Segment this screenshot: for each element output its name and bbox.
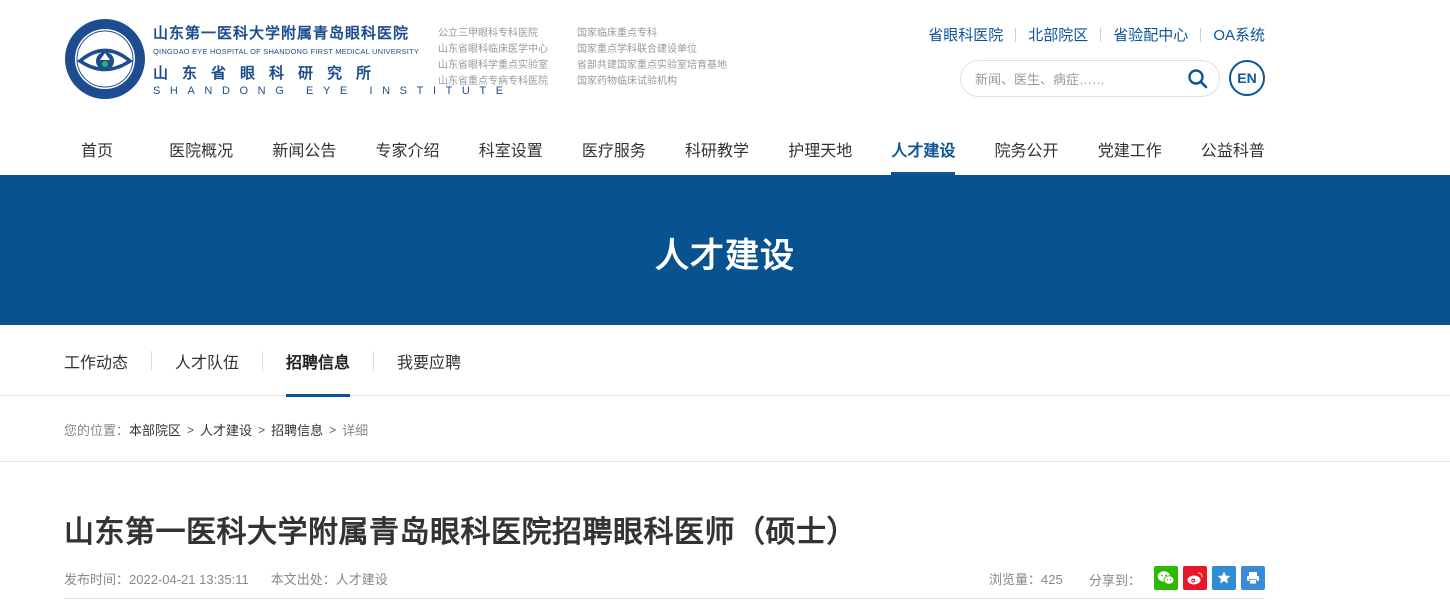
article-meta: 发布时间：2022-04-21 13:35:11 本文出处：人才建设 bbox=[64, 569, 388, 588]
top-link-provincial-eye-hospital[interactable]: 省眼科医院 bbox=[928, 24, 1003, 45]
sub-nav: 工作动态 人才队伍 招聘信息 我要应聘 bbox=[0, 325, 1450, 397]
search-box bbox=[960, 60, 1220, 97]
hospital-logo[interactable] bbox=[64, 18, 146, 100]
top-links: 省眼科医院 北部院区 省验配中心 OA系统 bbox=[928, 24, 1265, 45]
top-link-oa-system[interactable]: OA系统 bbox=[1213, 24, 1265, 45]
nav-item-party-building[interactable]: 党建工作 bbox=[1098, 128, 1162, 175]
article-source: 本文出处：人才建设 bbox=[270, 572, 388, 587]
subnav-item-recruitment[interactable]: 招聘信息 bbox=[286, 325, 351, 397]
main-nav: 首页 医院概况 新闻公告 专家介绍 科室设置 医疗服务 科研教学 护理天地 人才… bbox=[64, 128, 1265, 175]
wechat-icon[interactable] bbox=[1154, 566, 1178, 590]
breadcrumb-item-main-campus[interactable]: 本部院区 bbox=[129, 420, 181, 439]
qualification-item: 山东省眼科临床医学中心 bbox=[438, 44, 548, 55]
view-count: 浏览量：425 bbox=[989, 572, 1063, 587]
share-buttons bbox=[1154, 566, 1265, 590]
chevron-right-icon: > bbox=[258, 422, 266, 437]
subnav-item-work-news[interactable]: 工作动态 bbox=[64, 325, 128, 396]
divider bbox=[262, 350, 264, 371]
share-label: 分享到： bbox=[1089, 573, 1142, 588]
nav-item-departments[interactable]: 科室设置 bbox=[479, 128, 543, 175]
site-header: 山东第一医科大学附属青岛眼科医院 QINGDAO EYE HOSPITAL OF… bbox=[0, 0, 1450, 175]
breadcrumb-current: 详细 bbox=[342, 423, 369, 438]
print-icon[interactable] bbox=[1241, 566, 1265, 590]
qualifications-col-2: 国家临床重点专科 国家重点学科联合建设单位 省部共建国家重点实验室培育基地 国家… bbox=[577, 26, 727, 90]
nav-item-nursing[interactable]: 护理天地 bbox=[788, 128, 852, 175]
banner-title: 人才建设 bbox=[655, 236, 795, 275]
nav-item-experts[interactable]: 专家介绍 bbox=[376, 128, 440, 175]
divider bbox=[1200, 27, 1202, 42]
divider bbox=[1100, 27, 1102, 42]
breadcrumb: 您的位置： 本部院区 > 人才建设 > 招聘信息 > 详细 bbox=[0, 396, 1450, 462]
qualification-item: 国家重点学科联合建设单位 bbox=[577, 44, 697, 55]
nav-item-affairs[interactable]: 院务公开 bbox=[995, 128, 1059, 175]
qualifications-col-1: 公立三甲眼科专科医院 山东省眼科临床医学中心 山东省眼科学重点实验室 山东省重点… bbox=[438, 26, 548, 90]
qualification-item: 山东省重点专病专科医院 bbox=[438, 76, 548, 87]
nav-item-research-teaching[interactable]: 科研教学 bbox=[685, 128, 749, 175]
logo-en-name: QINGDAO EYE HOSPITAL OF SHANDONG FIRST M… bbox=[153, 47, 420, 56]
subnav-item-talent-team[interactable]: 人才队伍 bbox=[175, 325, 239, 396]
top-link-optometry-center[interactable]: 省验配中心 bbox=[1113, 24, 1188, 45]
logo-institute-en: SHANDONG EYE INSTITUTE bbox=[153, 85, 513, 97]
divider bbox=[373, 350, 375, 371]
chevron-right-icon: > bbox=[329, 422, 337, 437]
nav-item-talent[interactable]: 人才建设 bbox=[891, 128, 956, 175]
page-banner: 人才建设 bbox=[0, 175, 1450, 325]
chevron-right-icon: > bbox=[187, 422, 195, 437]
nav-item-home[interactable]: 首页 bbox=[64, 128, 130, 175]
logo-institute-cn: 山东省眼科研究所 bbox=[153, 64, 386, 82]
qualification-item: 省部共建国家重点实验室培育基地 bbox=[577, 60, 727, 71]
breadcrumb-item-recruitment[interactable]: 招聘信息 bbox=[271, 420, 323, 439]
qualification-item: 国家临床重点专科 bbox=[577, 28, 657, 39]
search-icon[interactable] bbox=[1187, 68, 1209, 90]
divider bbox=[1015, 27, 1017, 42]
english-language-button[interactable]: EN bbox=[1229, 60, 1265, 96]
nav-item-public-science[interactable]: 公益科普 bbox=[1201, 128, 1265, 175]
favorite-icon[interactable] bbox=[1212, 566, 1236, 590]
nav-item-hospital-overview[interactable]: 医院概况 bbox=[169, 128, 233, 175]
nav-item-medical-services[interactable]: 医疗服务 bbox=[582, 128, 646, 175]
divider bbox=[151, 350, 153, 371]
weibo-icon[interactable] bbox=[1183, 566, 1207, 590]
article-divider bbox=[64, 598, 1265, 599]
search-input[interactable] bbox=[975, 69, 1175, 89]
breadcrumb-label: 您的位置： bbox=[64, 423, 130, 438]
top-link-north-campus[interactable]: 北部院区 bbox=[1028, 24, 1088, 45]
qualification-item: 山东省眼科学重点实验室 bbox=[438, 60, 548, 71]
qualification-item: 国家药物临床试验机构 bbox=[577, 76, 677, 87]
qualification-item: 公立三甲眼科专科医院 bbox=[438, 28, 538, 39]
breadcrumb-item-talent[interactable]: 人才建设 bbox=[200, 420, 252, 439]
subnav-item-apply[interactable]: 我要应聘 bbox=[397, 325, 461, 396]
logo-cn-name: 山东第一医科大学附属青岛眼科医院 bbox=[153, 24, 410, 42]
article-title: 山东第一医科大学附属青岛眼科医院招聘眼科医师（硕士） bbox=[64, 516, 857, 549]
nav-item-news[interactable]: 新闻公告 bbox=[272, 128, 336, 175]
publish-time: 发布时间：2022-04-21 13:35:11 bbox=[64, 572, 249, 587]
logo-text: 山东第一医科大学附属青岛眼科医院 QINGDAO EYE HOSPITAL OF… bbox=[153, 22, 513, 97]
